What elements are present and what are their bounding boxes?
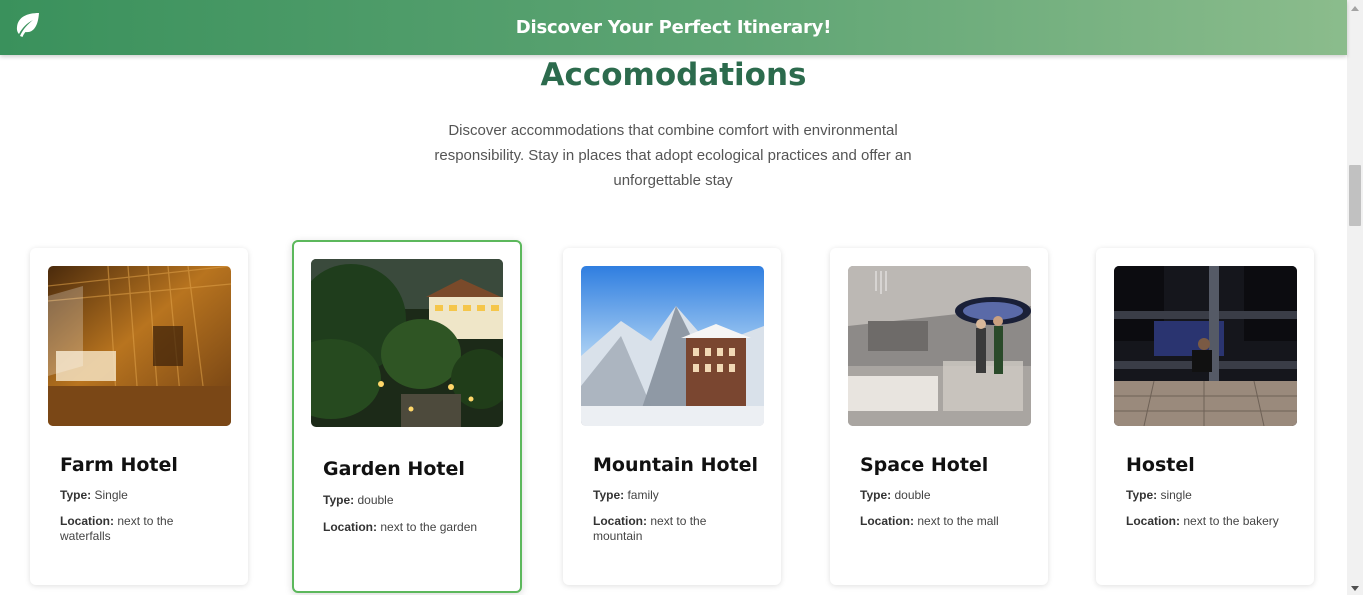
- accommodation-card-space-hotel[interactable]: Space Hotel Type: double Location: next …: [830, 248, 1048, 585]
- card-location: Location: next to the bakery: [1126, 514, 1286, 529]
- type-value: double: [894, 488, 931, 502]
- location-value: next to the mall: [917, 514, 999, 528]
- card-location: Location: next to the mall: [860, 514, 1020, 529]
- location-label: Location:: [60, 514, 114, 528]
- card-title: Garden Hotel: [323, 458, 465, 480]
- type-label: Type:: [60, 488, 92, 502]
- type-value: double: [357, 493, 394, 507]
- page-scrollbar[interactable]: [1347, 0, 1363, 595]
- card-type: Type: family: [593, 488, 753, 503]
- scroll-up-icon[interactable]: [1351, 6, 1359, 11]
- type-value: family: [627, 488, 659, 502]
- type-label: Type:: [860, 488, 892, 502]
- card-type: Type: Single: [60, 488, 220, 503]
- card-location: Location: next to the waterfalls: [60, 514, 220, 544]
- type-label: Type:: [1126, 488, 1158, 502]
- type-value: Single: [94, 488, 128, 502]
- header-title: Discover Your Perfect Itinerary!: [515, 17, 832, 38]
- garden-resort-photo: [311, 259, 503, 427]
- type-value: single: [1160, 488, 1192, 502]
- space-room-photo: [848, 266, 1031, 426]
- card-location: Location: next to the mountain: [593, 514, 753, 544]
- bunk-bed-hostel-photo: [1114, 266, 1297, 426]
- location-value: next to the bakery: [1183, 514, 1279, 528]
- card-type: Type: double: [860, 488, 1020, 503]
- card-type: Type: double: [323, 493, 483, 508]
- card-location: Location: next to the garden: [323, 520, 503, 535]
- section-intro: Discover accommodations that combine com…: [434, 122, 912, 189]
- location-label: Location:: [323, 520, 377, 534]
- section-heading: Accomodations: [540, 57, 807, 93]
- card-title: Hostel: [1126, 454, 1195, 476]
- scrollbar-thumb[interactable]: [1349, 165, 1361, 226]
- top-header: Discover Your Perfect Itinerary!: [0, 0, 1347, 55]
- location-label: Location:: [1126, 514, 1180, 528]
- accommodation-card-hostel[interactable]: Hostel Type: single Location: next to th…: [1096, 248, 1314, 585]
- card-title: Space Hotel: [860, 454, 989, 476]
- card-title: Mountain Hotel: [593, 454, 759, 476]
- accommodation-card-mountain-hotel[interactable]: Mountain Hotel Type: family Location: ne…: [563, 248, 781, 585]
- accommodation-card-garden-hotel[interactable]: Garden Hotel Type: double Location: next…: [292, 240, 522, 593]
- location-value: next to the garden: [380, 520, 478, 534]
- card-title: Farm Hotel: [60, 454, 178, 476]
- bamboo-room-photo: [48, 266, 231, 426]
- location-label: Location:: [593, 514, 647, 528]
- type-label: Type:: [323, 493, 355, 507]
- card-type: Type: single: [1126, 488, 1286, 503]
- accommodation-card-farm-hotel[interactable]: Farm Hotel Type: Single Location: next t…: [30, 248, 248, 585]
- snowy-mountain-hotel-photo: [581, 266, 764, 426]
- type-label: Type:: [593, 488, 625, 502]
- location-label: Location:: [860, 514, 914, 528]
- scroll-down-icon[interactable]: [1351, 586, 1359, 591]
